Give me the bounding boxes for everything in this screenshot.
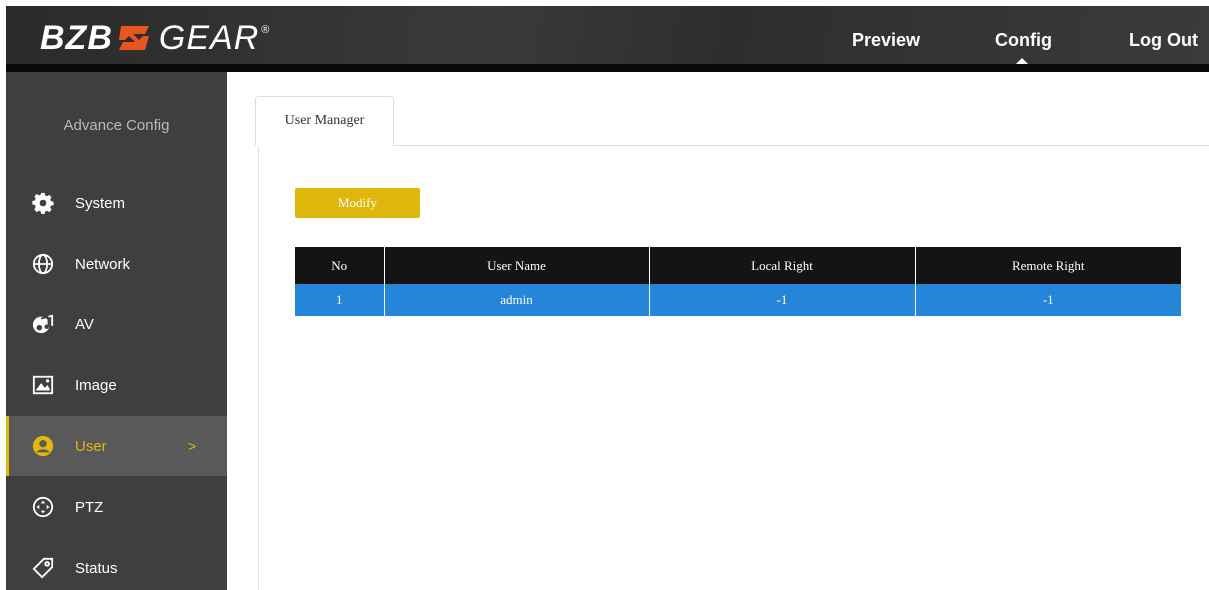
sidebar-item-av[interactable]: AV xyxy=(6,294,227,354)
nav-preview[interactable]: Preview xyxy=(852,30,920,51)
column-header-local-right: Local Right xyxy=(649,247,916,284)
tab-user-manager[interactable]: User Manager xyxy=(255,96,394,146)
image-icon xyxy=(32,374,54,396)
music-note-icon xyxy=(32,313,54,335)
nav-logout[interactable]: Log Out xyxy=(1129,30,1198,51)
sidebar-item-label: Network xyxy=(75,255,131,273)
sidebar-title: Advance Config xyxy=(63,117,170,134)
tag-icon xyxy=(32,557,54,579)
sidebar-item-ptz[interactable]: PTZ xyxy=(6,477,227,537)
logo-text-left: BZB xyxy=(40,18,113,57)
sidebar-item-label: Status xyxy=(75,559,118,577)
sidebar-item-label: System xyxy=(75,194,126,212)
user-icon xyxy=(32,435,54,457)
cell-no: 1 xyxy=(295,284,385,316)
active-indicator xyxy=(6,416,9,476)
registered-mark: ® xyxy=(261,24,271,36)
sidebar-item-label: Image xyxy=(75,376,117,394)
cell-remote-right: -1 xyxy=(915,284,1181,316)
sidebar-item-image[interactable]: Image xyxy=(6,355,227,415)
cell-user-name: admin xyxy=(384,284,650,316)
sidebar-item-label: PTZ xyxy=(75,498,104,516)
content-left-border xyxy=(258,145,259,590)
ptz-icon xyxy=(32,496,54,518)
sidebar: Advance Config System Network AV Image U… xyxy=(6,72,227,590)
top-header: BZB GEAR ® Preview Config Log Out xyxy=(6,6,1209,66)
sidebar-item-system[interactable]: System xyxy=(6,173,227,233)
table-row[interactable]: 1 admin -1 -1 xyxy=(295,284,1181,316)
sidebar-item-label: AV xyxy=(75,315,94,333)
tabbar-divider xyxy=(258,145,1209,146)
sidebar-item-label: User xyxy=(75,437,107,455)
nav-config[interactable]: Config xyxy=(995,30,1052,51)
column-header-no: No xyxy=(295,247,385,284)
table-header-row: No User Name Local Right Remote Right xyxy=(295,247,1181,284)
sidebar-item-user[interactable]: User > xyxy=(6,416,227,476)
column-header-user-name: User Name xyxy=(384,247,650,284)
gear-icon xyxy=(32,192,54,214)
sidebar-item-network[interactable]: Network xyxy=(6,234,227,294)
brand-logo: BZB GEAR ® xyxy=(40,18,270,58)
cell-local-right: -1 xyxy=(649,284,916,316)
header-divider xyxy=(6,64,1209,72)
logo-mark-icon xyxy=(118,26,149,50)
user-table: No User Name Local Right Remote Right 1 … xyxy=(295,247,1181,316)
modify-button[interactable]: Modify xyxy=(295,188,420,218)
chevron-right-icon: > xyxy=(188,438,197,454)
sidebar-item-status[interactable]: Status xyxy=(6,538,227,590)
globe-icon xyxy=(32,253,54,275)
column-header-remote-right: Remote Right xyxy=(915,247,1181,284)
logo-text-right: GEAR xyxy=(158,18,260,57)
